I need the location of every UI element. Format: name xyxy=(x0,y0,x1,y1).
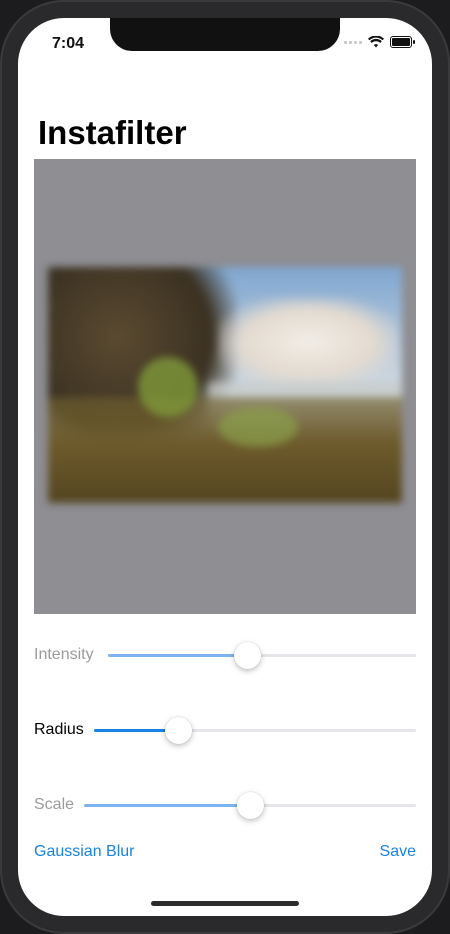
intensity-slider-fill xyxy=(108,654,247,657)
radius-slider-thumb[interactable] xyxy=(164,717,192,744)
home-indicator[interactable] xyxy=(151,901,299,906)
scale-label: Scale xyxy=(34,796,75,813)
radius-control: Radius xyxy=(34,715,416,745)
save-button[interactable]: Save xyxy=(380,843,416,861)
intensity-control: Intensity xyxy=(34,640,416,670)
scale-control: Scale xyxy=(34,790,416,820)
app-screen: 7:04 Instafilter Intensity Radius Scale … xyxy=(18,18,432,916)
radius-label: Radius xyxy=(34,721,84,738)
scale-slider[interactable] xyxy=(84,792,416,819)
signal-icon xyxy=(344,40,362,44)
page-title: Instafilter xyxy=(38,114,187,151)
device-notch xyxy=(110,18,340,51)
filtered-image xyxy=(48,267,402,503)
status-icons xyxy=(344,36,415,48)
wifi-icon xyxy=(368,36,384,48)
intensity-slider[interactable] xyxy=(108,642,416,669)
radius-slider[interactable] xyxy=(94,717,416,744)
image-canvas[interactable] xyxy=(34,159,416,614)
intensity-label: Intensity xyxy=(34,646,94,663)
scale-slider-thumb[interactable] xyxy=(237,792,264,819)
status-time: 7:04 xyxy=(52,35,85,52)
scale-slider-fill xyxy=(84,804,250,807)
bottom-toolbar: Gaussian Blur Save xyxy=(34,843,416,867)
battery-icon xyxy=(390,36,415,48)
change-filter-button[interactable]: Gaussian Blur xyxy=(34,843,135,861)
intensity-slider-thumb[interactable] xyxy=(233,642,261,669)
